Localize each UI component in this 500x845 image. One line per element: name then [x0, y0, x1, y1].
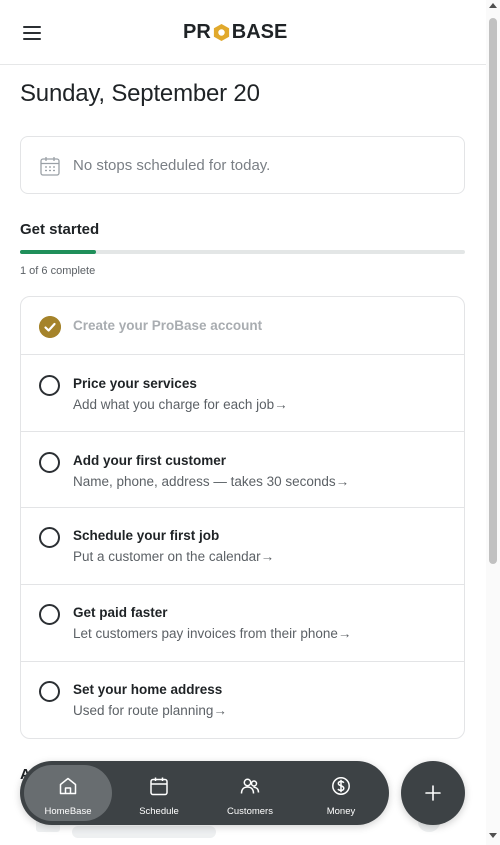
task-title: Price your services	[73, 376, 197, 391]
task-title: Add your first customer	[73, 453, 227, 468]
nav-label: Money	[326, 806, 356, 817]
get-started-heading: Get started	[20, 221, 100, 238]
probase-logo[interactable]: PR BASE	[183, 20, 287, 44]
page-title-date: Sunday, September 20	[20, 80, 260, 107]
home-icon	[59, 777, 77, 795]
task-title: Schedule your first job	[73, 528, 220, 543]
logo-hex-icon	[213, 23, 229, 41]
task-price-services[interactable]: Price your services Add what you charge …	[21, 355, 464, 432]
app-header: PR BASE	[0, 0, 486, 65]
task-subtitle: Let customers pay invoices from their ph…	[73, 626, 352, 641]
nav-customers[interactable]: Customers	[206, 765, 294, 821]
calendar-icon	[40, 157, 60, 176]
progress-bar-fill	[20, 250, 96, 254]
scrollbar-thumb[interactable]	[489, 18, 497, 564]
nav-label: HomeBase	[44, 806, 92, 817]
task-home-address[interactable]: Set your home address Used for route pla…	[21, 662, 464, 738]
checkmark-icon	[39, 316, 61, 338]
unchecked-circle-icon	[39, 452, 60, 473]
task-create-account[interactable]: Create your ProBase account	[21, 297, 464, 355]
task-subtitle: Name, phone, address — takes 30 seconds→	[73, 474, 350, 489]
logo-prefix: PR	[183, 20, 211, 43]
bottom-navigation: HomeBase Schedule Customers Money	[20, 761, 389, 825]
task-title: Set your home address	[73, 682, 223, 697]
onboarding-progress-bar	[20, 250, 465, 254]
nav-label: Schedule	[139, 806, 179, 817]
task-subtitle: Used for route planning→	[73, 703, 227, 718]
unchecked-circle-icon	[39, 604, 60, 625]
scroll-up-arrow-icon[interactable]	[489, 3, 497, 8]
dollar-icon	[332, 777, 350, 795]
unchecked-circle-icon	[39, 527, 60, 548]
plus-icon	[425, 785, 441, 801]
onboarding-task-list: Create your ProBase account Price your s…	[20, 296, 465, 739]
no-stops-message: No stops scheduled for today.	[73, 157, 271, 174]
nav-schedule[interactable]: Schedule	[115, 765, 203, 821]
users-icon	[240, 778, 260, 794]
logo-suffix: BASE	[231, 20, 288, 43]
nav-homebase[interactable]: HomeBase	[24, 765, 112, 821]
unchecked-circle-icon	[39, 375, 60, 396]
hamburger-menu-icon[interactable]	[22, 25, 42, 41]
task-subtitle: Put a customer on the calendar→	[73, 549, 275, 564]
task-title: Create your ProBase account	[73, 318, 263, 333]
calendar-icon	[150, 777, 168, 796]
nav-label: Customers	[227, 806, 273, 817]
task-schedule-job[interactable]: Schedule your first job Put a customer o…	[21, 508, 464, 585]
unchecked-circle-icon	[39, 681, 60, 702]
stops-card: No stops scheduled for today.	[20, 136, 465, 194]
task-get-paid[interactable]: Get paid faster Let customers pay invoic…	[21, 585, 464, 662]
scroll-down-arrow-icon[interactable]	[489, 833, 497, 838]
task-subtitle: Add what you charge for each job→	[73, 397, 288, 412]
add-fab-button[interactable]	[401, 761, 465, 825]
progress-text: 1 of 6 complete	[20, 265, 96, 277]
task-add-customer[interactable]: Add your first customer Name, phone, add…	[21, 432, 464, 508]
skeleton-placeholder	[72, 826, 216, 838]
nav-money[interactable]: Money	[297, 765, 385, 821]
task-title: Get paid faster	[73, 605, 168, 620]
scrollbar[interactable]	[486, 0, 500, 845]
